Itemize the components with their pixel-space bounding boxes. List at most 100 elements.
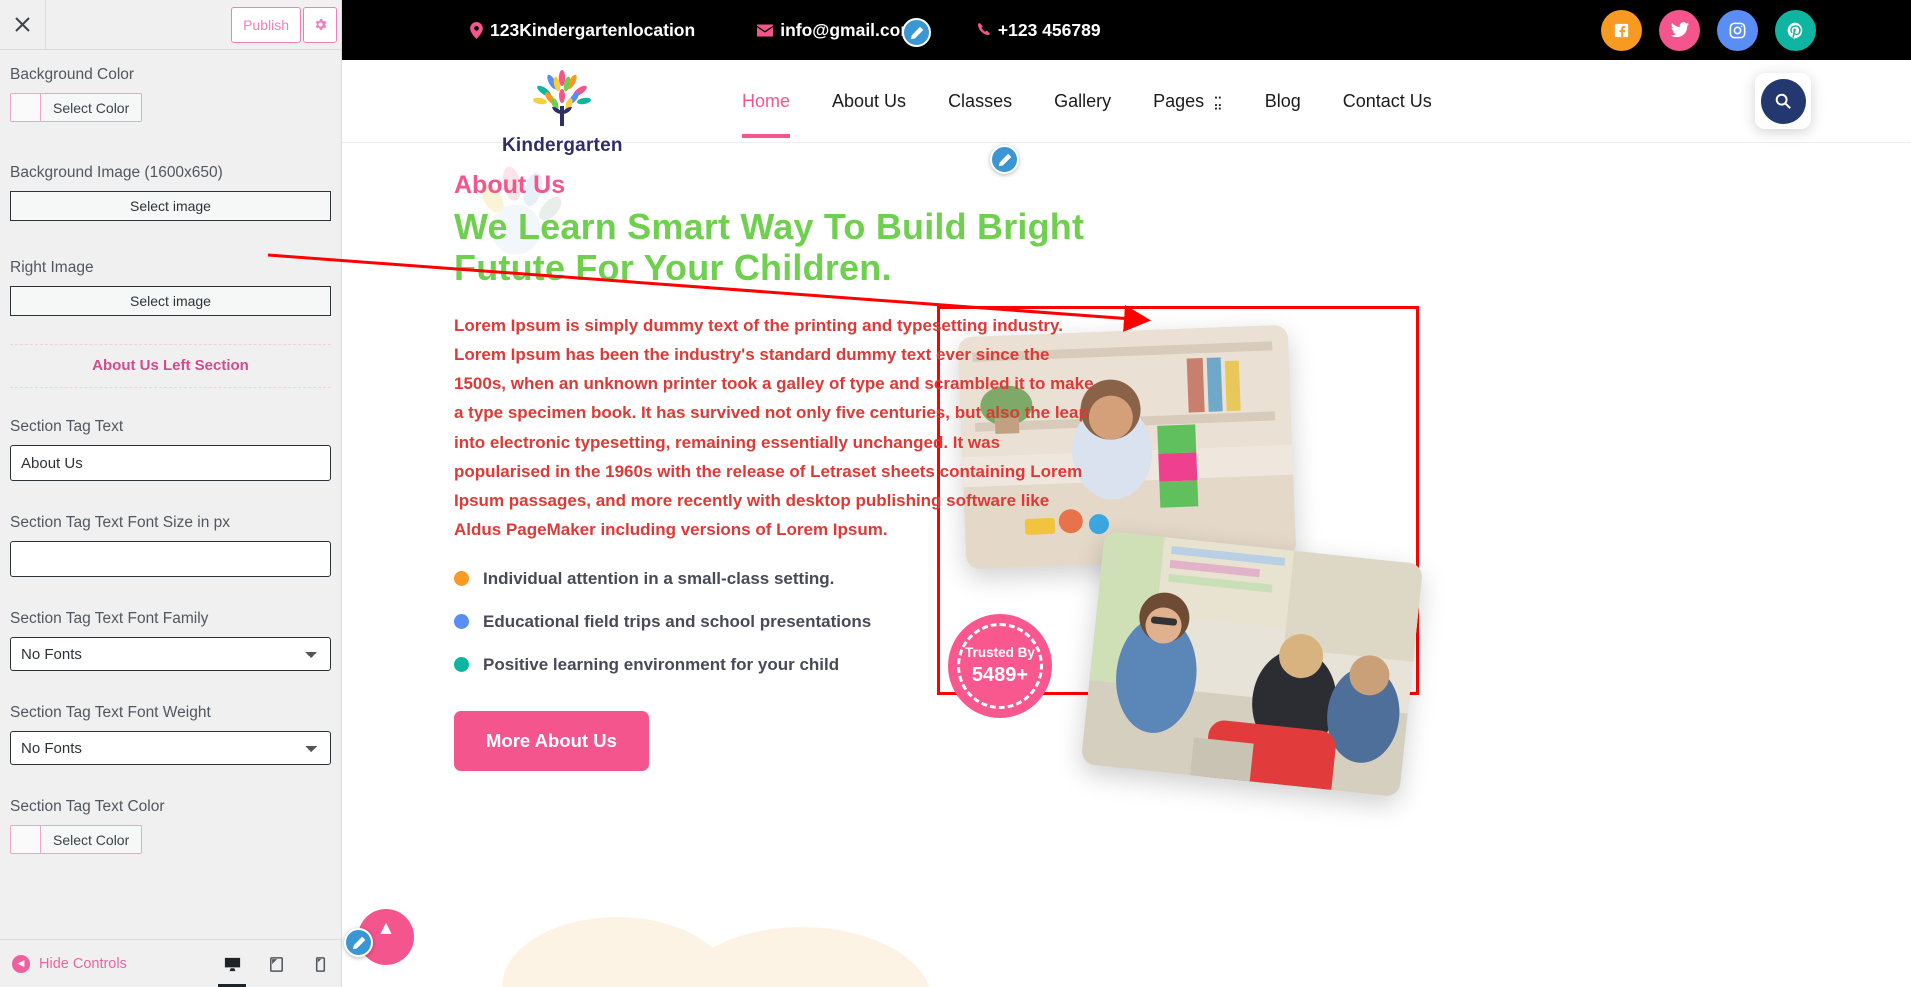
topbar-phone[interactable]: +123 456789 <box>977 19 1101 41</box>
topbar-location[interactable]: 123Kindergartenlocation <box>470 20 695 41</box>
desktop-icon[interactable] <box>210 941 254 987</box>
background-select-image-button[interactable]: Select image <box>10 191 331 221</box>
field-label: Section Tag Text Font Family <box>10 610 209 627</box>
field-section-tag-font-family: Section Tag Text Font Family No Fonts <box>10 610 331 671</box>
screen: Publish Background Color Select Color Ba… <box>0 0 1911 987</box>
customizer-header: Publish <box>0 0 341 50</box>
site-navbar: Kindergarten Home About Us Classes Galle… <box>342 60 1911 174</box>
gear-icon[interactable] <box>303 6 337 43</box>
envelope-icon <box>757 24 774 37</box>
field-label: Right Image <box>10 259 94 276</box>
select-color-button[interactable]: Select Color <box>41 826 142 853</box>
topbar-location-text: 123Kindergartenlocation <box>490 19 696 40</box>
primary-navigation: Home About Us Classes Gallery Pages ⣭ Bl… <box>742 65 1432 138</box>
field-label: Background Color <box>10 66 135 83</box>
field-label: Section Tag Text Font Weight <box>10 704 211 721</box>
about-photo-classroom <box>1080 530 1424 798</box>
edit-pencil-icon[interactable] <box>990 145 1019 174</box>
background-blob <box>672 927 932 987</box>
section-tag-font-family-select[interactable]: No Fonts <box>10 637 331 671</box>
bullet-dot-icon <box>454 571 469 587</box>
field-background-image: Background Image (1600x650) Select image <box>10 164 331 221</box>
customizer-header-actions: Publish <box>231 0 341 49</box>
section-tag-font-weight-select[interactable]: No Fonts <box>10 731 331 765</box>
field-section-tag-color: Section Tag Text Color Select Color <box>10 798 331 858</box>
topbar-email[interactable]: info@gmail.com <box>757 20 916 41</box>
search-button[interactable] <box>1755 73 1811 129</box>
section-tag-font-size-input[interactable] <box>10 541 331 577</box>
field-label: Section Tag Text Color <box>10 798 165 815</box>
publish-button[interactable]: Publish <box>231 6 301 43</box>
pinterest-icon[interactable] <box>1775 9 1816 51</box>
topbar-phone-text: +123 456789 <box>997 19 1101 40</box>
hide-controls-button[interactable]: ◀ Hide Controls <box>0 954 127 973</box>
facebook-icon[interactable] <box>1601 9 1642 51</box>
bullet-dot-icon <box>454 614 469 630</box>
nav-item-home[interactable]: Home <box>742 65 791 138</box>
nav-item-pages-label: Pages <box>1153 90 1205 111</box>
field-section-tag-font-weight: Section Tag Text Font Weight No Fonts <box>10 704 331 765</box>
about-heading: We Learn Smart Way To Build Bright Futut… <box>454 206 1104 289</box>
hide-controls-label: Hide Controls <box>39 955 127 972</box>
search-icon <box>1760 78 1806 124</box>
map-pin-icon <box>470 21 483 39</box>
topbar-email-text: info@gmail.com <box>780 19 916 40</box>
nav-item-pages[interactable]: Pages ⣭ <box>1153 65 1223 138</box>
about-feature-text: Positive learning environment for your c… <box>483 654 840 674</box>
customizer-fields: Background Color Select Color Background… <box>0 50 341 938</box>
customizer-sidebar: Publish Background Color Select Color Ba… <box>0 0 342 987</box>
collapse-icon: ◀ <box>12 954 30 973</box>
field-section-tag-text: Section Tag Text <box>10 418 331 481</box>
nav-item-about-us[interactable]: About Us <box>832 65 906 138</box>
more-about-us-button[interactable]: More About Us <box>454 710 649 771</box>
section-divider: About Us Left Section <box>10 344 331 388</box>
chevron-down-icon: ⣭ <box>1213 94 1223 110</box>
customizer-footer: ◀ Hide Controls <box>0 939 341 987</box>
instagram-icon[interactable] <box>1717 9 1758 51</box>
about-feature-text: Educational field trips and school prese… <box>483 611 872 631</box>
select-color-button[interactable]: Select Color <box>41 94 142 121</box>
trusted-by-badge: Trusted By 5489+ <box>948 614 1052 718</box>
site-preview: 123Kindergartenlocation info@gmail.com +… <box>342 0 1911 987</box>
field-right-image: Right Image Select image <box>10 259 331 316</box>
nav-item-classes[interactable]: Classes <box>948 65 1012 138</box>
trusted-by-label: Trusted By <box>965 645 1035 660</box>
field-label: Background Image (1600x650) <box>10 164 223 181</box>
background-color-picker[interactable]: Select Color <box>10 93 143 122</box>
tree-logo-icon <box>533 70 591 126</box>
mobile-icon[interactable] <box>298 941 341 987</box>
field-label: Section Tag Text Font Size in px <box>10 514 230 531</box>
trusted-by-count: 5489+ <box>971 664 1029 686</box>
nav-item-blog[interactable]: Blog <box>1265 65 1301 138</box>
tablet-icon[interactable] <box>254 941 298 987</box>
section-divider-label: About Us Left Section <box>92 357 249 374</box>
nav-item-contact-us[interactable]: Contact Us <box>1343 65 1432 138</box>
field-section-tag-font-size: Section Tag Text Font Size in px <box>10 514 331 577</box>
about-feature-item: Individual attention in a small-class se… <box>454 569 1104 589</box>
color-swatch <box>11 826 41 853</box>
select-value: No Fonts <box>21 739 82 757</box>
topbar-social-links <box>1601 9 1816 51</box>
select-value: No Fonts <box>21 645 82 663</box>
topbar-contact-group: 123Kindergartenlocation info@gmail.com +… <box>470 20 1101 41</box>
field-background-color: Background Color Select Color <box>10 66 331 126</box>
device-preview-switcher <box>210 940 341 987</box>
about-paragraph: Lorem Ipsum is simply dummy text of the … <box>454 315 1094 540</box>
color-swatch <box>11 94 41 121</box>
field-label: Section Tag Text <box>10 418 124 435</box>
right-image-select-image-button[interactable]: Select image <box>10 286 331 316</box>
nav-item-gallery[interactable]: Gallery <box>1054 65 1111 138</box>
edit-pencil-icon[interactable] <box>344 928 373 957</box>
edit-pencil-icon[interactable] <box>902 18 931 47</box>
about-feature-text: Individual attention in a small-class se… <box>483 568 835 588</box>
phone-icon <box>977 22 991 38</box>
close-icon[interactable] <box>0 0 46 49</box>
twitter-icon[interactable] <box>1659 9 1700 51</box>
about-heading-line2: Futute For Your Children. <box>454 247 892 289</box>
section-tag-text-input[interactable] <box>10 445 331 481</box>
about-heading-line1: We Learn Smart Way To Build Bright <box>454 206 1085 247</box>
about-tag-text: About Us <box>454 171 566 199</box>
about-section: About Us We Learn Smart Way To Build Bri… <box>342 143 1911 798</box>
section-tag-color-picker[interactable]: Select Color <box>10 825 143 854</box>
site-topbar: 123Kindergartenlocation info@gmail.com +… <box>342 0 1911 60</box>
